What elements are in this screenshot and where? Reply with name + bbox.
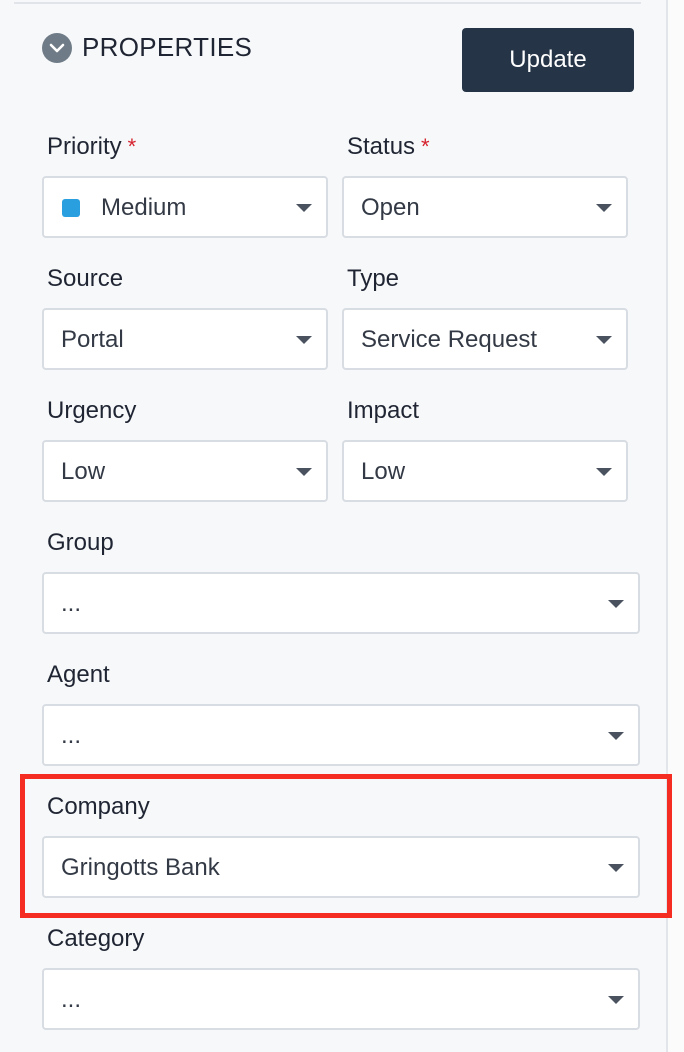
source-select[interactable]: Portal	[42, 308, 328, 370]
required-marker: *	[421, 134, 430, 159]
agent-select[interactable]: ...	[42, 704, 640, 766]
dropdown-arrow-icon	[596, 468, 612, 476]
chevron-down-icon[interactable]	[42, 33, 72, 63]
update-button[interactable]: Update	[462, 28, 634, 92]
urgency-select[interactable]: Low	[42, 440, 328, 502]
priority-label: Priority *	[47, 133, 136, 161]
status-label: Status *	[347, 133, 430, 161]
dropdown-arrow-icon	[608, 600, 624, 608]
source-value: Portal	[61, 326, 124, 353]
impact-value: Low	[361, 458, 406, 485]
dropdown-arrow-icon	[296, 468, 312, 476]
type-label: Type	[347, 265, 400, 292]
group-label: Group	[47, 529, 114, 556]
impact-select[interactable]: Low	[342, 440, 628, 502]
status-label-text: Status	[347, 133, 416, 160]
agent-label: Agent	[47, 661, 110, 688]
category-select[interactable]: ...	[42, 968, 640, 1030]
required-marker: *	[127, 134, 137, 159]
priority-value: Medium	[101, 194, 187, 221]
group-select[interactable]: ...	[42, 572, 640, 634]
dropdown-arrow-icon	[296, 336, 312, 344]
agent-value: ...	[61, 722, 82, 749]
category-label: Category	[47, 925, 145, 952]
dropdown-arrow-icon	[296, 204, 312, 212]
top-divider	[14, 2, 641, 4]
dropdown-arrow-icon	[596, 204, 612, 212]
status-value: Open	[361, 194, 420, 221]
dropdown-arrow-icon	[608, 996, 624, 1004]
company-highlight-box	[20, 774, 672, 918]
properties-title: PROPERTIES	[82, 32, 253, 62]
priority-select[interactable]: Medium	[42, 176, 328, 238]
urgency-label: Urgency	[47, 397, 137, 424]
category-value: ...	[61, 986, 82, 1013]
type-value: Service Request	[361, 326, 538, 353]
priority-color-swatch	[62, 199, 80, 217]
priority-label-text: Priority	[47, 133, 122, 160]
status-select[interactable]: Open	[342, 176, 628, 238]
dropdown-arrow-icon	[608, 732, 624, 740]
group-value: ...	[61, 590, 82, 617]
source-label: Source	[47, 265, 124, 292]
type-select[interactable]: Service Request	[342, 308, 628, 370]
impact-label: Impact	[347, 397, 420, 424]
dropdown-arrow-icon	[596, 336, 612, 344]
urgency-value: Low	[61, 458, 106, 485]
